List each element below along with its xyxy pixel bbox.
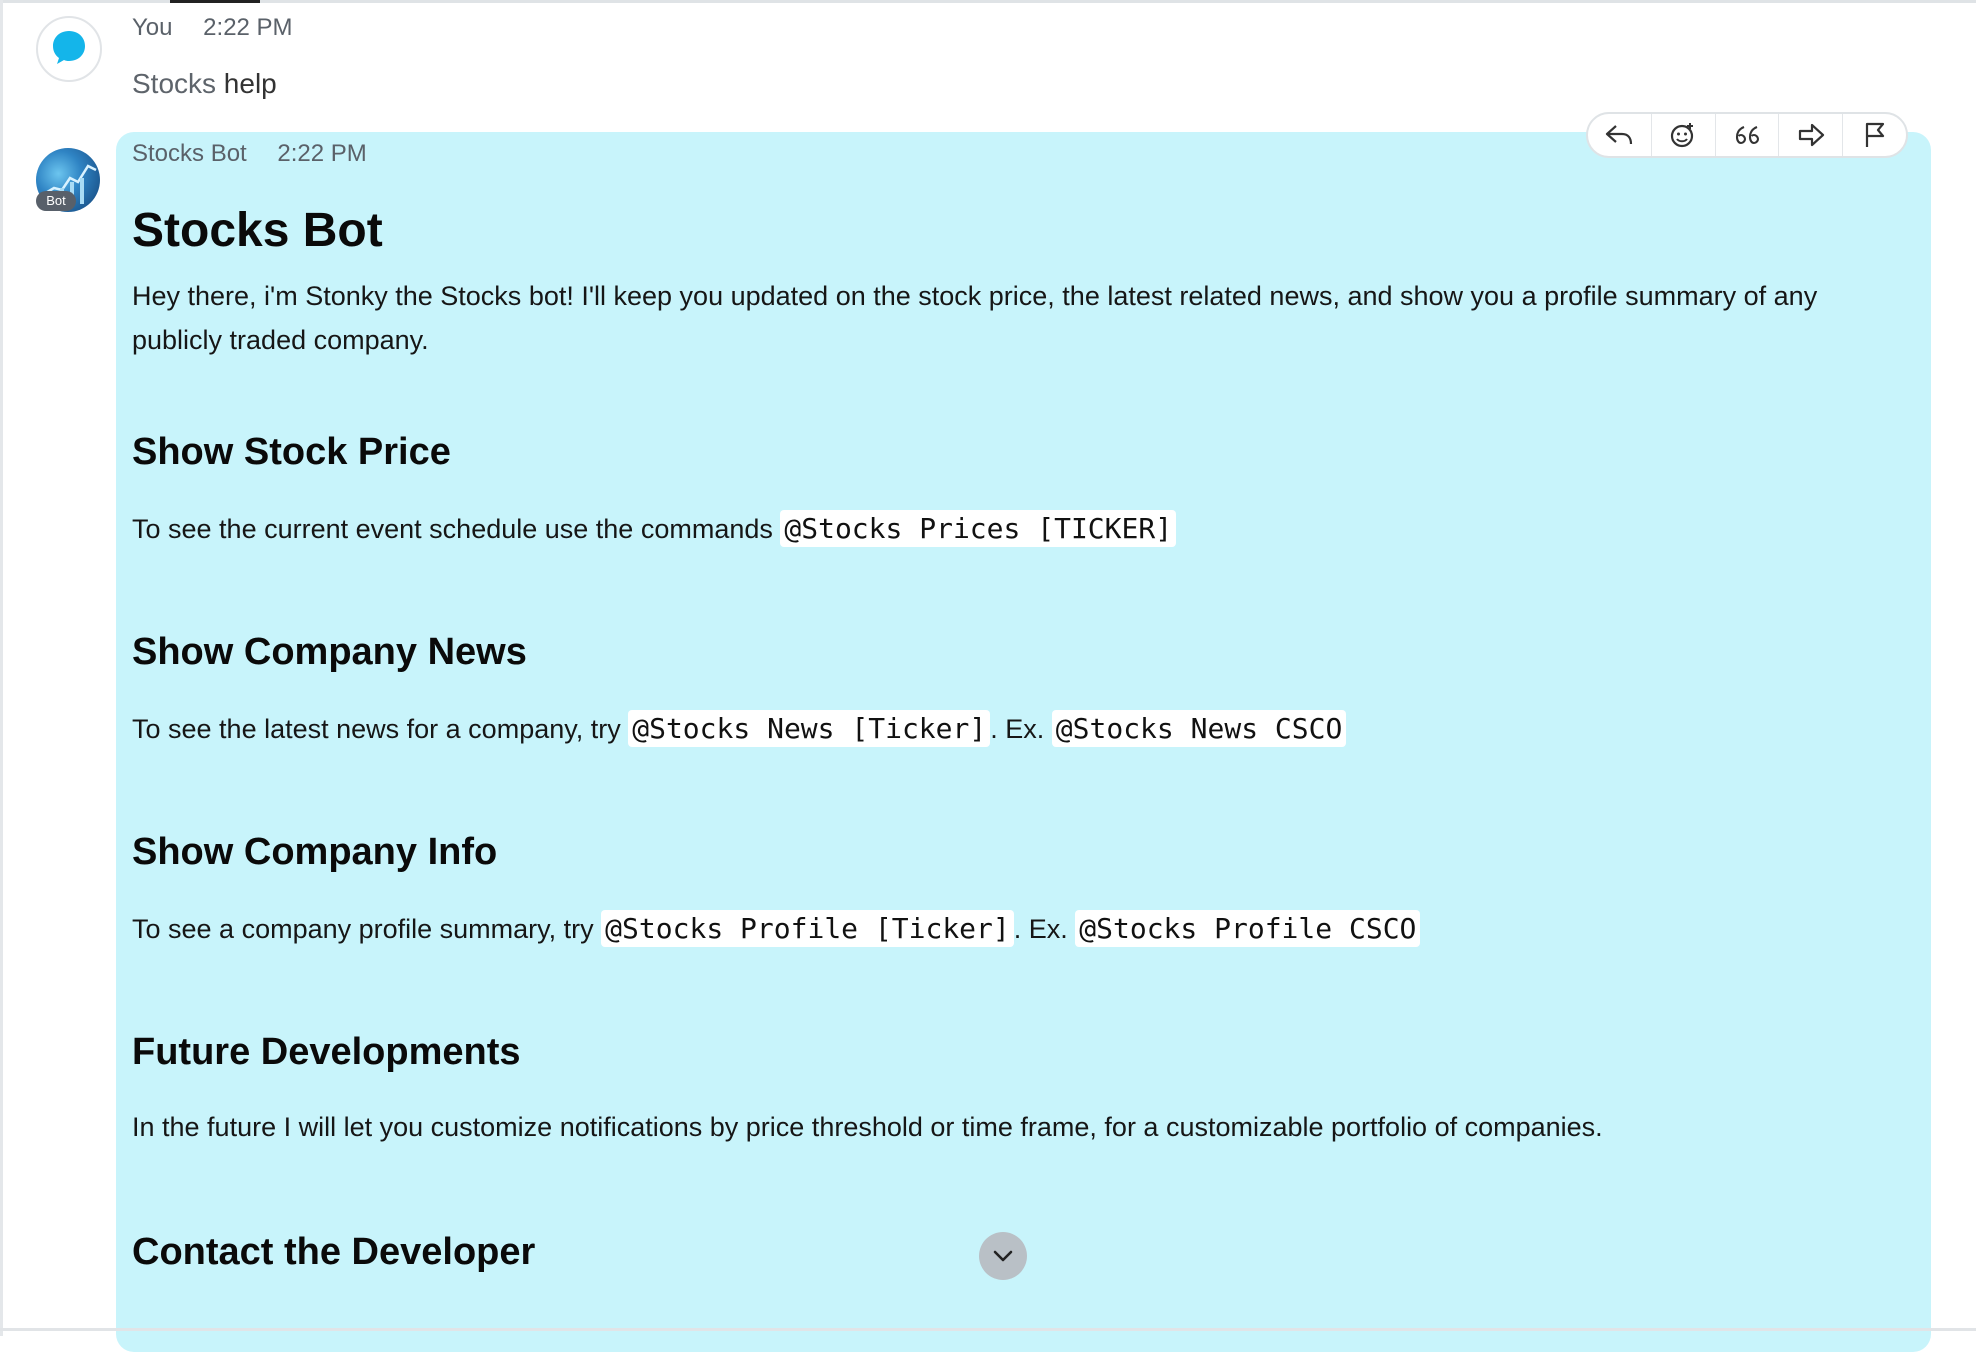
section-heading-company-news: Show Company News — [132, 631, 527, 673]
section-text-stock-price: To see the current event schedule use th… — [132, 510, 1177, 547]
bot-badge: Bot — [36, 191, 76, 211]
card-intro: Hey there, i'm Stonky the Stocks bot! I'… — [132, 280, 1818, 355]
bottom-divider — [0, 1328, 1976, 1331]
card-title: Stocks Bot — [132, 204, 383, 257]
user-avatar[interactable] — [36, 16, 102, 82]
section-body-mid: . Ex. — [990, 714, 1052, 744]
bot-author: Stocks Bot — [132, 140, 247, 167]
section-heading-future-developments: Future Developments — [132, 1031, 521, 1073]
command-code: @Stocks News [Ticker] — [628, 710, 991, 747]
section-body: To see the current event schedule use th… — [132, 514, 781, 544]
command-code: @Stocks Profile [Ticker] — [601, 910, 1014, 947]
bot-message-content: Stocks Bot 2:22 PM Stocks Bot Hey there,… — [132, 140, 1912, 1273]
left-divider — [0, 0, 3, 1336]
section-heading-company-info: Show Company Info — [132, 831, 498, 873]
user-message-body: help — [216, 68, 277, 99]
scroll-to-bottom-button[interactable] — [979, 1232, 1027, 1280]
section-text-future-developments: In the future I will let you customize n… — [132, 1112, 1603, 1142]
bot-message-time: 2:22 PM — [277, 140, 367, 167]
user-message-mention: Stocks — [132, 68, 217, 99]
user-message-text: Stocks help — [132, 68, 277, 100]
section-body-mid: . Ex. — [1013, 914, 1076, 944]
command-example-code: @Stocks News CSCO — [1051, 710, 1347, 747]
command-example-code: @Stocks Profile CSCO — [1075, 910, 1421, 947]
active-tab-indicator — [170, 0, 260, 3]
section-text-company-news: To see the latest news for a company, tr… — [132, 710, 1347, 747]
section-body: To see the latest news for a company, tr… — [132, 714, 629, 744]
chevron-down-icon — [993, 1250, 1013, 1262]
section-heading-contact-developer: Contact the Developer — [132, 1231, 536, 1273]
section-text-company-info: To see a company profile summary, try @S… — [132, 910, 1421, 947]
section-body: To see a company profile summary, try — [132, 914, 602, 944]
bot-message-header: Stocks Bot 2:22 PM — [132, 140, 1912, 168]
user-author: You — [132, 14, 173, 41]
section-heading-stock-price: Show Stock Price — [132, 431, 451, 473]
user-message-time: 2:22 PM — [203, 14, 293, 41]
top-border — [0, 0, 1976, 3]
user-message-header: You 2:22 PM — [132, 14, 293, 42]
command-code: @Stocks Prices [TICKER] — [780, 510, 1177, 547]
chat-bubble-icon — [50, 28, 88, 71]
